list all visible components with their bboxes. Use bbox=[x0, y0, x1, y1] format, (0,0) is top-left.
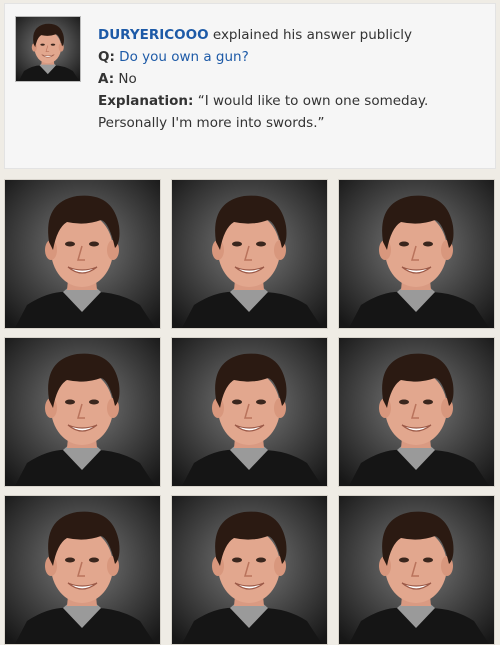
photo-tile bbox=[172, 496, 327, 644]
user-avatar[interactable] bbox=[15, 16, 81, 82]
photo-tile bbox=[172, 180, 327, 328]
photo-tile bbox=[172, 338, 327, 486]
question-link[interactable]: Do you own a gun? bbox=[119, 49, 249, 65]
photo-tile bbox=[5, 338, 160, 486]
photo-tile bbox=[5, 496, 160, 644]
header-line: DURYERICOOO explained his answer publicl… bbox=[98, 24, 488, 46]
photo-tile bbox=[339, 180, 494, 328]
question-label: Q: bbox=[98, 49, 115, 65]
photo-tile bbox=[339, 496, 494, 644]
explanation-text-2: Personally I'm more into swords.” bbox=[98, 115, 325, 131]
photo-tile bbox=[339, 338, 494, 486]
explanation-text-1: “I would like to own one someday. bbox=[197, 93, 429, 109]
explanation-line-2: Personally I'm more into swords.” bbox=[98, 112, 488, 134]
answer-line: A: No bbox=[98, 68, 488, 90]
answer-text-block: DURYERICOOO explained his answer publicl… bbox=[98, 24, 488, 134]
explanation-line: Explanation: “I would like to own one so… bbox=[98, 90, 488, 112]
action-text: explained his answer publicly bbox=[212, 27, 413, 43]
answer-value: No bbox=[118, 71, 137, 87]
answer-label: A: bbox=[98, 71, 115, 87]
explanation-label: Explanation: bbox=[98, 93, 194, 109]
photo-grid bbox=[5, 180, 495, 643]
username-link[interactable]: DURYERICOOO bbox=[98, 27, 209, 43]
question-line: Q: Do you own a gun? bbox=[98, 46, 488, 68]
photo-tile bbox=[5, 180, 160, 328]
answer-card: DURYERICOOO explained his answer publicl… bbox=[4, 3, 496, 169]
